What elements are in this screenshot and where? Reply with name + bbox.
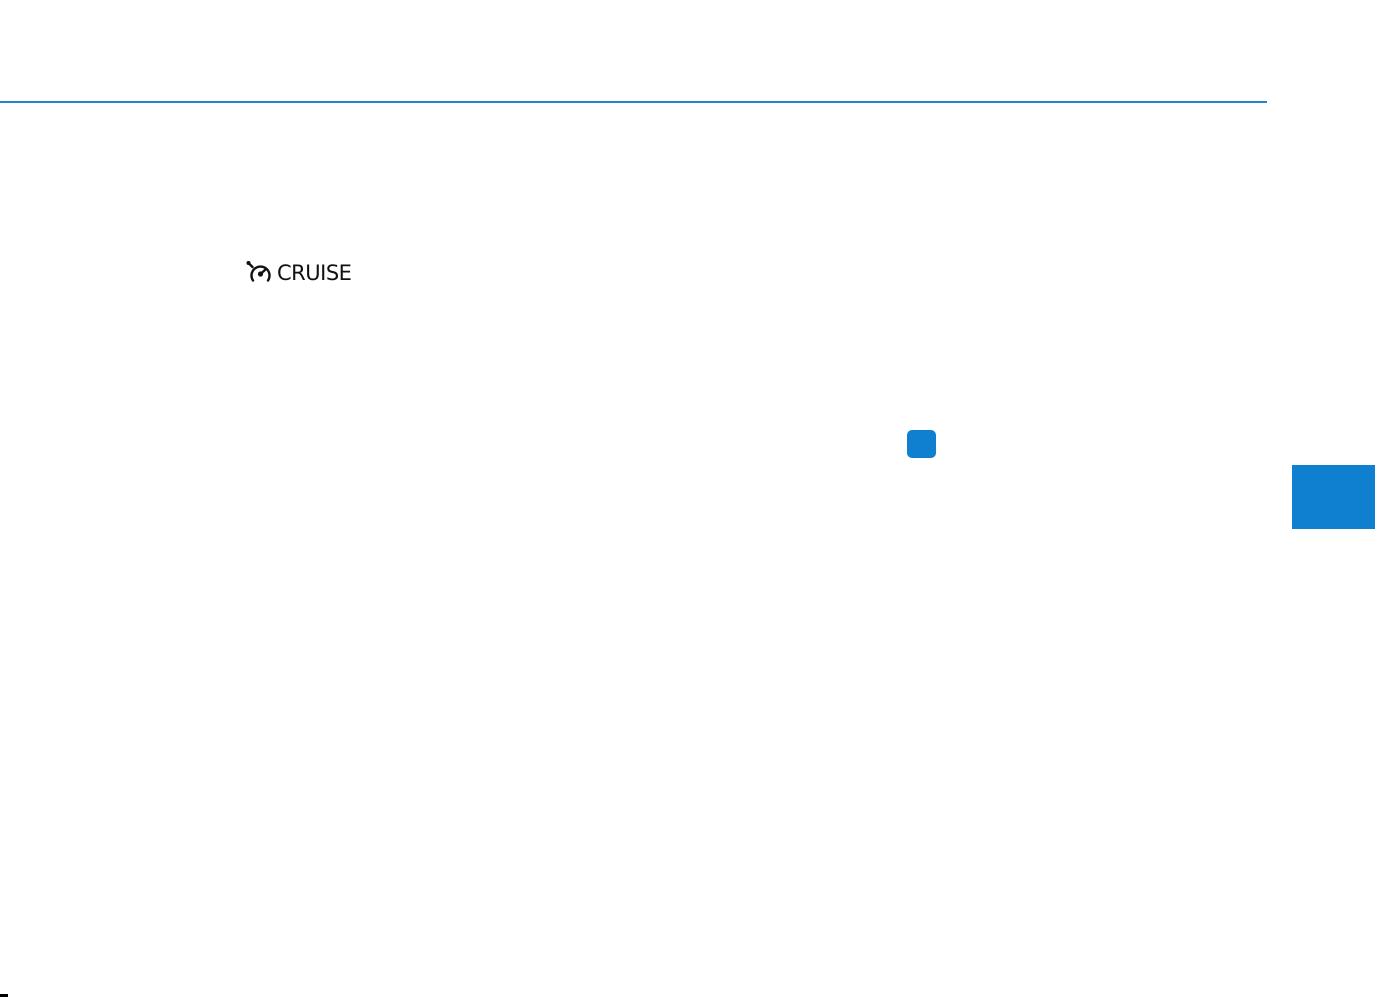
cruise-speedometer-icon [246,261,271,282]
cruise-label: CRUISE [277,261,352,285]
cruise-indicator: CRUISE [246,260,352,286]
blue-square-marker [907,430,936,458]
chapter-side-tab [1292,465,1375,529]
header-divider [0,101,1267,103]
